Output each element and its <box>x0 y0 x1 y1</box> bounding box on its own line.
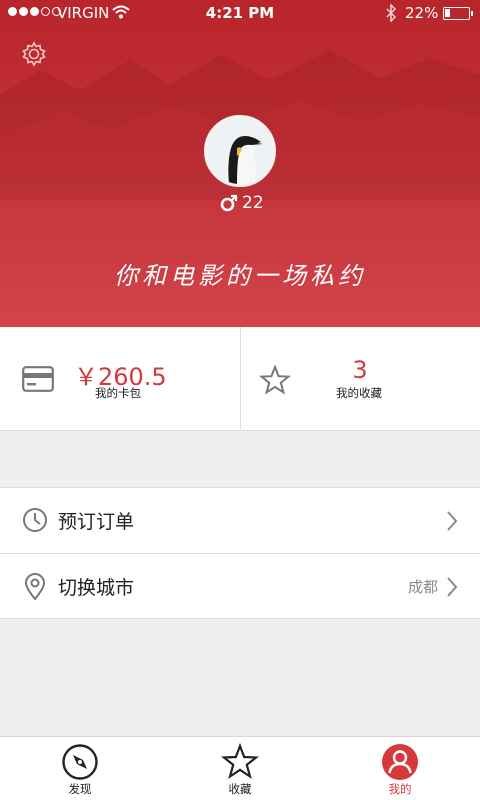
settings-gear-icon[interactable] <box>20 40 48 68</box>
age-text: 22 <box>242 193 264 213</box>
penguin-avatar-icon <box>207 118 273 184</box>
bluetooth-icon <box>386 4 397 22</box>
male-icon <box>220 194 238 212</box>
slogan-text: 你和电影的一场私约 <box>114 262 366 290</box>
user-icon <box>382 744 418 780</box>
menu-item-orders[interactable]: 预订订单 <box>0 488 480 553</box>
menu-label-city: 切换城市 <box>58 577 135 599</box>
star-icon <box>221 743 259 780</box>
stats-divider <box>240 327 241 431</box>
favorites-count[interactable]: 3 <box>342 356 378 384</box>
tab-label-mine: 我的 <box>388 782 412 796</box>
status-bar: VIRGIN 4:21 PM 22% <box>0 0 480 28</box>
stats-panel <box>0 327 480 431</box>
location-pin-icon <box>24 573 46 601</box>
menu-item-city[interactable]: 切换城市 成都 <box>0 553 480 618</box>
gender-age: 22 <box>220 193 264 213</box>
chevron-right-icon <box>447 577 458 597</box>
avatar[interactable] <box>204 115 276 187</box>
tab-mine[interactable]: 我的 <box>320 737 480 800</box>
tab-favorites[interactable]: 收藏 <box>160 737 320 800</box>
profile-header: VIRGIN 4:21 PM 22% 22 你和电影的一场私约 <box>0 0 480 327</box>
card-icon[interactable] <box>22 366 54 392</box>
tab-discover[interactable]: 发现 <box>0 737 160 800</box>
chevron-right-icon <box>447 511 458 531</box>
clock-icon <box>23 508 47 532</box>
star-icon[interactable] <box>259 365 291 395</box>
battery-level <box>445 9 450 17</box>
tab-label-discover: 发现 <box>68 782 92 796</box>
menu-list: 预订订单 切换城市 成都 <box>0 487 480 619</box>
menu-label-orders: 预订订单 <box>58 511 135 533</box>
tab-bar: 发现 收藏 我的 <box>0 736 480 800</box>
battery-percent: 22% <box>405 4 439 22</box>
compass-icon <box>62 744 98 780</box>
favorites-label[interactable]: 我的收藏 <box>336 385 382 401</box>
wallet-label[interactable]: 我的卡包 <box>95 385 141 401</box>
tab-label-favorites: 收藏 <box>228 782 252 796</box>
battery-icon <box>443 7 473 20</box>
current-city: 成都 <box>407 578 438 596</box>
